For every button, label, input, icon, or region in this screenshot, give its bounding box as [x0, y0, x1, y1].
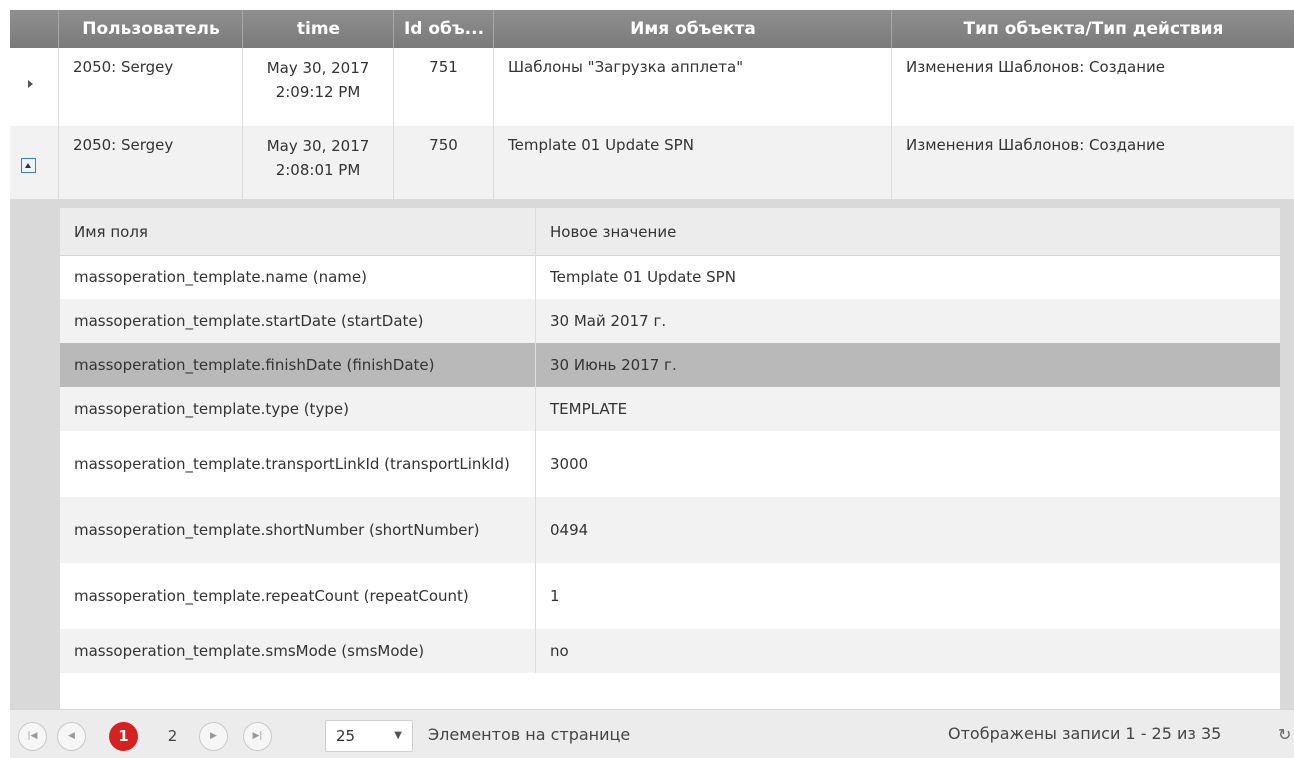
detail-field-value: Template 01 Update SPN — [535, 255, 1280, 299]
cell-time-clock: 2:08:01 PM — [275, 161, 361, 179]
expand-arrow-icon — [28, 80, 33, 88]
audit-grid: Пользователь time Id объ... Имя объекта … — [10, 10, 1294, 758]
detail-field-value: no — [535, 629, 1280, 673]
cell-type: Изменения Шаблонов: Создание — [891, 48, 1294, 126]
next-page-icon: ▶ — [210, 731, 217, 741]
detail-column-header-field[interactable]: Имя поля — [60, 208, 535, 255]
cell-id: 750 — [393, 126, 493, 199]
expand-column-header — [10, 10, 58, 48]
last-page-button[interactable]: ▶| — [243, 722, 272, 751]
detail-field-value: 30 Июнь 2017 г. — [535, 343, 1280, 387]
detail-row-item[interactable]: massoperation_template.repeatCount (repe… — [60, 563, 1280, 629]
row-expand-toggle[interactable] — [10, 48, 58, 126]
cell-name: Template 01 Update SPN — [493, 126, 891, 199]
column-header-time[interactable]: time — [242, 10, 394, 48]
cell-id: 751 — [393, 48, 493, 126]
table-row[interactable]: 2050: Sergey May 30, 2017 2:08:01 PM 750… — [10, 126, 1294, 199]
detail-field-value: 0494 — [535, 497, 1280, 563]
detail-field-name: massoperation_template.transportLinkId (… — [74, 455, 510, 473]
detail-row-item-selected[interactable]: massoperation_template.finishDate (finis… — [60, 343, 1280, 387]
detail-field-value: 3000 — [535, 431, 1280, 497]
table-row[interactable]: 2050: Sergey May 30, 2017 2:09:12 PM 751… — [10, 48, 1294, 126]
column-header-id[interactable]: Id объ... — [393, 10, 494, 48]
first-page-icon: |◀ — [27, 731, 38, 741]
detail-field-name: massoperation_template.smsMode (smsMode) — [74, 642, 425, 660]
cell-name: Шаблоны "Загрузка апплета" — [493, 48, 891, 126]
cell-time: May 30, 2017 2:09:12 PM — [242, 48, 393, 126]
cell-user: 2050: Sergey — [58, 48, 242, 126]
page-number-current[interactable]: 1 — [109, 722, 138, 751]
detail-row: Имя поля Новое значение massoperation_te… — [10, 199, 1294, 709]
detail-grid-header: Имя поля Новое значение — [60, 208, 1280, 256]
prev-page-icon: ◀ — [68, 731, 75, 741]
cell-time: May 30, 2017 2:08:01 PM — [242, 126, 393, 199]
cell-type: Изменения Шаблонов: Создание — [891, 126, 1294, 199]
detail-row-item[interactable]: massoperation_template.name (name) Templ… — [60, 255, 1280, 299]
page-size-select[interactable]: 25 ▼ — [325, 720, 413, 752]
detail-field-name: massoperation_template.finishDate (finis… — [74, 356, 435, 374]
refresh-icon[interactable]: ↻ — [1278, 710, 1291, 758]
cell-time-clock: 2:09:12 PM — [275, 83, 361, 101]
detail-field-name: massoperation_template.repeatCount (repe… — [74, 587, 469, 605]
detail-field-name: massoperation_template.type (type) — [74, 400, 349, 418]
detail-field-value: 30 Май 2017 г. — [535, 299, 1280, 343]
first-page-button[interactable]: |◀ — [18, 722, 47, 751]
detail-field-name: massoperation_template.shortNumber (shor… — [74, 521, 480, 539]
detail-row-item[interactable]: massoperation_template.shortNumber (shor… — [60, 497, 1280, 563]
pager-info: Отображены записи 1 - 25 из 35 — [948, 724, 1222, 743]
detail-field-value: TEMPLATE — [535, 387, 1280, 431]
pager: |◀ ◀ 1 2 ▶ ▶| 25 ▼ Элементов на странице… — [10, 709, 1294, 758]
detail-row-item[interactable]: massoperation_template.startDate (startD… — [60, 299, 1280, 343]
last-page-icon: ▶| — [252, 731, 263, 741]
page-size-value: 25 — [336, 727, 356, 745]
cell-time-date: May 30, 2017 — [266, 137, 370, 155]
detail-field-value: 1 — [535, 563, 1280, 629]
detail-field-name: massoperation_template.startDate (startD… — [74, 312, 424, 330]
prev-page-button[interactable]: ◀ — [57, 722, 86, 751]
column-header-type[interactable]: Тип объекта/Тип действия — [891, 10, 1294, 48]
column-header-name[interactable]: Имя объекта — [493, 10, 892, 48]
grid-header: Пользователь time Id объ... Имя объекта … — [10, 10, 1294, 48]
next-page-button[interactable]: ▶ — [199, 722, 228, 751]
cell-user: 2050: Sergey — [58, 126, 242, 199]
detail-row-item[interactable]: massoperation_template.smsMode (smsMode)… — [60, 629, 1280, 673]
cell-time-date: May 30, 2017 — [266, 59, 370, 77]
detail-row-item[interactable]: massoperation_template.transportLinkId (… — [60, 431, 1280, 497]
page-size-label: Элементов на странице — [428, 725, 631, 744]
page-number[interactable]: 2 — [158, 722, 187, 751]
row-collapse-toggle[interactable] — [10, 126, 58, 199]
detail-column-header-value[interactable]: Новое значение — [535, 208, 1280, 255]
detail-grid: Имя поля Новое значение massoperation_te… — [60, 208, 1280, 709]
column-header-user[interactable]: Пользователь — [58, 10, 243, 48]
chevron-down-icon: ▼ — [394, 730, 402, 741]
detail-field-name: massoperation_template.name (name) — [74, 268, 367, 286]
detail-row-item[interactable]: massoperation_template.type (type) TEMPL… — [60, 387, 1280, 431]
collapse-arrow-icon[interactable] — [21, 158, 36, 173]
